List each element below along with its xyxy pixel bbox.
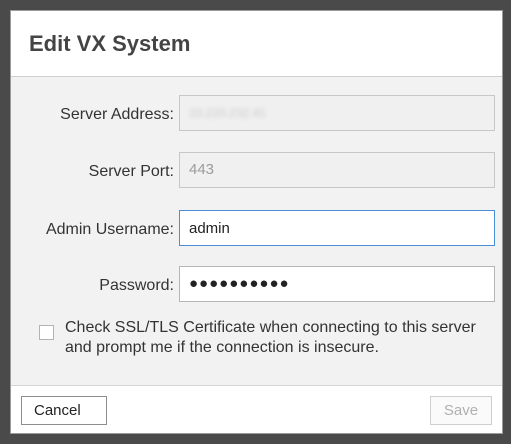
server-port-label: Server Port: [88, 163, 174, 180]
dialog-footer: Cancel Save [11, 385, 502, 433]
edit-vx-system-dialog: Edit VX System Server Address: 10.220.23… [10, 10, 503, 434]
password-masked-value: ●●●●●●●●●● [189, 275, 290, 292]
ssl-certificate-checkbox[interactable] [39, 325, 54, 340]
password-label: Password: [99, 277, 174, 294]
server-address-value: 10.220.232.41 [189, 106, 266, 120]
server-address-field[interactable]: 10.220.232.41 [179, 95, 495, 131]
server-port-field[interactable]: 443 [179, 152, 495, 188]
ssl-certificate-checkbox-label[interactable]: Check SSL/TLS Certificate when connectin… [65, 318, 505, 358]
cancel-button[interactable]: Cancel [21, 396, 107, 425]
admin-username-input[interactable] [179, 210, 495, 246]
admin-username-label: Admin Username: [45, 221, 174, 238]
server-address-label: Server Address: [60, 106, 174, 123]
dialog-header: Edit VX System [11, 11, 502, 77]
server-port-value: 443 [189, 161, 215, 178]
dialog-title: Edit VX System [29, 31, 191, 56]
password-input[interactable]: ●●●●●●●●●● [179, 266, 495, 302]
save-button[interactable]: Save [430, 396, 492, 425]
